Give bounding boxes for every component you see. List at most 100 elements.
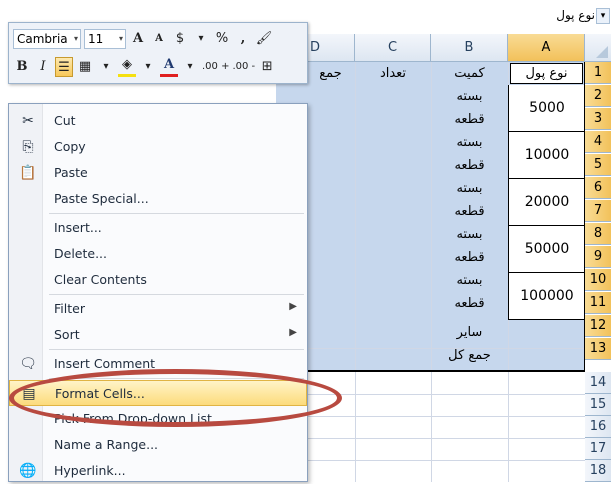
- row-header-15[interactable]: 15: [585, 394, 611, 416]
- cell-b12[interactable]: سایر: [431, 325, 508, 340]
- menu-item-delete[interactable]: Delete...: [9, 241, 307, 267]
- decrease-decimal-button[interactable]: .00 -: [232, 57, 255, 77]
- menu-item-pick-list[interactable]: Pick From Drop-down List...: [9, 406, 307, 432]
- cell-b7[interactable]: قطعه: [431, 204, 508, 219]
- column-header-c[interactable]: C: [355, 34, 431, 62]
- menu-item-clear-contents[interactable]: Clear Contents: [9, 267, 307, 293]
- cell-c1[interactable]: تعداد: [355, 66, 431, 81]
- menu-item-hyperlink[interactable]: 🌐 Hyperlink...: [9, 458, 307, 484]
- menu-item-insert-comment[interactable]: 🗨 Insert Comment: [9, 351, 307, 377]
- chevron-down-icon[interactable]: ▾: [181, 57, 199, 77]
- percent-button[interactable]: %: [213, 29, 231, 49]
- cell-grid[interactable]: نوع پول کمیت تعداد جمع بسته قطعه بسته قط…: [276, 62, 585, 482]
- menu-item-copy[interactable]: ⎘ Copy: [9, 134, 307, 160]
- font-size-select[interactable]: 11 ▾: [84, 29, 126, 49]
- hyperlink-icon: 🌐: [19, 463, 37, 479]
- row-header-10[interactable]: 10: [585, 269, 611, 291]
- row-header-9[interactable]: 9: [585, 246, 611, 268]
- row-header-16[interactable]: 16: [585, 416, 611, 438]
- column-header-b[interactable]: B: [431, 34, 508, 62]
- menu-separator: [49, 294, 304, 295]
- cell-b1[interactable]: کمیت: [431, 66, 508, 81]
- cell-a8-merged[interactable]: 50000: [508, 226, 585, 273]
- italic-button[interactable]: I: [34, 57, 52, 77]
- cell-b3[interactable]: قطعه: [431, 112, 508, 127]
- cell-a4-merged[interactable]: 10000: [508, 132, 585, 179]
- gridline: [276, 460, 585, 461]
- row-header-6[interactable]: 6: [585, 177, 611, 199]
- row-header-17[interactable]: 17: [585, 438, 611, 460]
- select-all-corner[interactable]: [585, 34, 611, 62]
- menu-item-label: Hyperlink...: [54, 463, 126, 478]
- center-align-icon[interactable]: ☰: [55, 57, 73, 77]
- chevron-down-icon[interactable]: ▾: [139, 57, 157, 77]
- menu-item-label: Name a Range...: [54, 437, 159, 452]
- row-header-5[interactable]: 5: [585, 154, 611, 176]
- cell-a6-merged[interactable]: 20000: [508, 179, 585, 226]
- submenu-arrow-icon: ▶: [289, 301, 297, 312]
- cell-d1[interactable]: جمع: [306, 66, 355, 81]
- row-header-12[interactable]: 12: [585, 315, 611, 337]
- menu-item-label: Paste Special...: [54, 191, 149, 206]
- cell-b6[interactable]: بسته: [431, 181, 508, 196]
- gridline: [276, 438, 585, 439]
- row-header-1[interactable]: 1: [585, 62, 611, 84]
- name-box[interactable]: نوع پول: [515, 8, 595, 26]
- menu-item-sort[interactable]: Sort ▶: [9, 322, 307, 348]
- row-header-18[interactable]: 18: [585, 460, 611, 482]
- copy-icon: ⎘: [22, 139, 34, 155]
- row-header-11[interactable]: 11: [585, 292, 611, 314]
- cell-b9[interactable]: قطعه: [431, 250, 508, 265]
- cell-a10-merged[interactable]: 100000: [508, 273, 585, 320]
- cell-b8[interactable]: بسته: [431, 227, 508, 242]
- font-name-select[interactable]: Cambria ▾: [13, 29, 81, 49]
- menu-item-name-range[interactable]: Name a Range...: [9, 432, 307, 458]
- chevron-down-icon[interactable]: ▾: [192, 29, 210, 49]
- cell-a2-merged[interactable]: 5000: [508, 85, 585, 132]
- menu-separator: [49, 213, 304, 214]
- format-cells-icon: ▤: [22, 386, 36, 402]
- menu-item-label: Cut: [54, 113, 76, 128]
- currency-button[interactable]: $: [171, 29, 189, 49]
- row-header-4[interactable]: 4: [585, 131, 611, 153]
- menu-item-filter[interactable]: Filter ▶: [9, 296, 307, 322]
- cell-b11[interactable]: قطعه: [431, 296, 508, 311]
- cell-a1[interactable]: نوع پول: [510, 63, 583, 84]
- row-header-3[interactable]: 3: [585, 108, 611, 130]
- shrink-font-button[interactable]: A: [150, 29, 168, 49]
- cell-b4[interactable]: بسته: [431, 135, 508, 150]
- bold-button[interactable]: B: [13, 57, 31, 77]
- menu-item-cut[interactable]: ✂ Cut: [9, 108, 307, 134]
- menu-item-label: Insert Comment: [54, 356, 156, 371]
- comment-icon: 🗨: [19, 356, 37, 372]
- chevron-down-icon: ▾: [118, 34, 123, 43]
- row-header-13[interactable]: 13: [585, 338, 611, 360]
- menu-item-label: Clear Contents: [54, 272, 147, 287]
- menu-item-insert[interactable]: Insert...: [9, 215, 307, 241]
- row-header-2[interactable]: 2: [585, 85, 611, 107]
- menu-item-paste[interactable]: 📋 Paste: [9, 160, 307, 186]
- font-color-button[interactable]: A: [160, 57, 178, 77]
- cell-b10[interactable]: بسته: [431, 273, 508, 288]
- row-header-8[interactable]: 8: [585, 223, 611, 245]
- merge-center-icon[interactable]: ⊞: [258, 57, 276, 77]
- column-header-a[interactable]: A: [508, 34, 585, 62]
- row-header-7[interactable]: 7: [585, 200, 611, 222]
- row-header-14[interactable]: 14: [585, 372, 611, 394]
- menu-item-format-cells[interactable]: ▤ Format Cells...: [9, 380, 307, 406]
- menu-item-label: Pick From Drop-down List...: [54, 411, 224, 426]
- menu-item-label: Filter: [54, 301, 85, 316]
- chevron-down-icon[interactable]: ▾: [97, 57, 115, 77]
- fill-color-icon[interactable]: ◈: [118, 57, 136, 77]
- name-box-dropdown-icon[interactable]: ▾: [596, 8, 610, 24]
- increase-decimal-button[interactable]: .00 +: [202, 57, 229, 77]
- cell-b2[interactable]: بسته: [431, 89, 508, 104]
- format-painter-icon[interactable]: 🖌: [255, 29, 273, 49]
- cell-b13[interactable]: جمع کل: [431, 348, 508, 363]
- menu-item-paste-special[interactable]: Paste Special...: [9, 186, 307, 212]
- borders-icon[interactable]: ▦: [76, 57, 94, 77]
- cell-b5[interactable]: قطعه: [431, 158, 508, 173]
- grow-font-button[interactable]: A: [129, 29, 147, 49]
- comma-style-button[interactable]: ,: [234, 29, 252, 49]
- gridline: [276, 416, 585, 417]
